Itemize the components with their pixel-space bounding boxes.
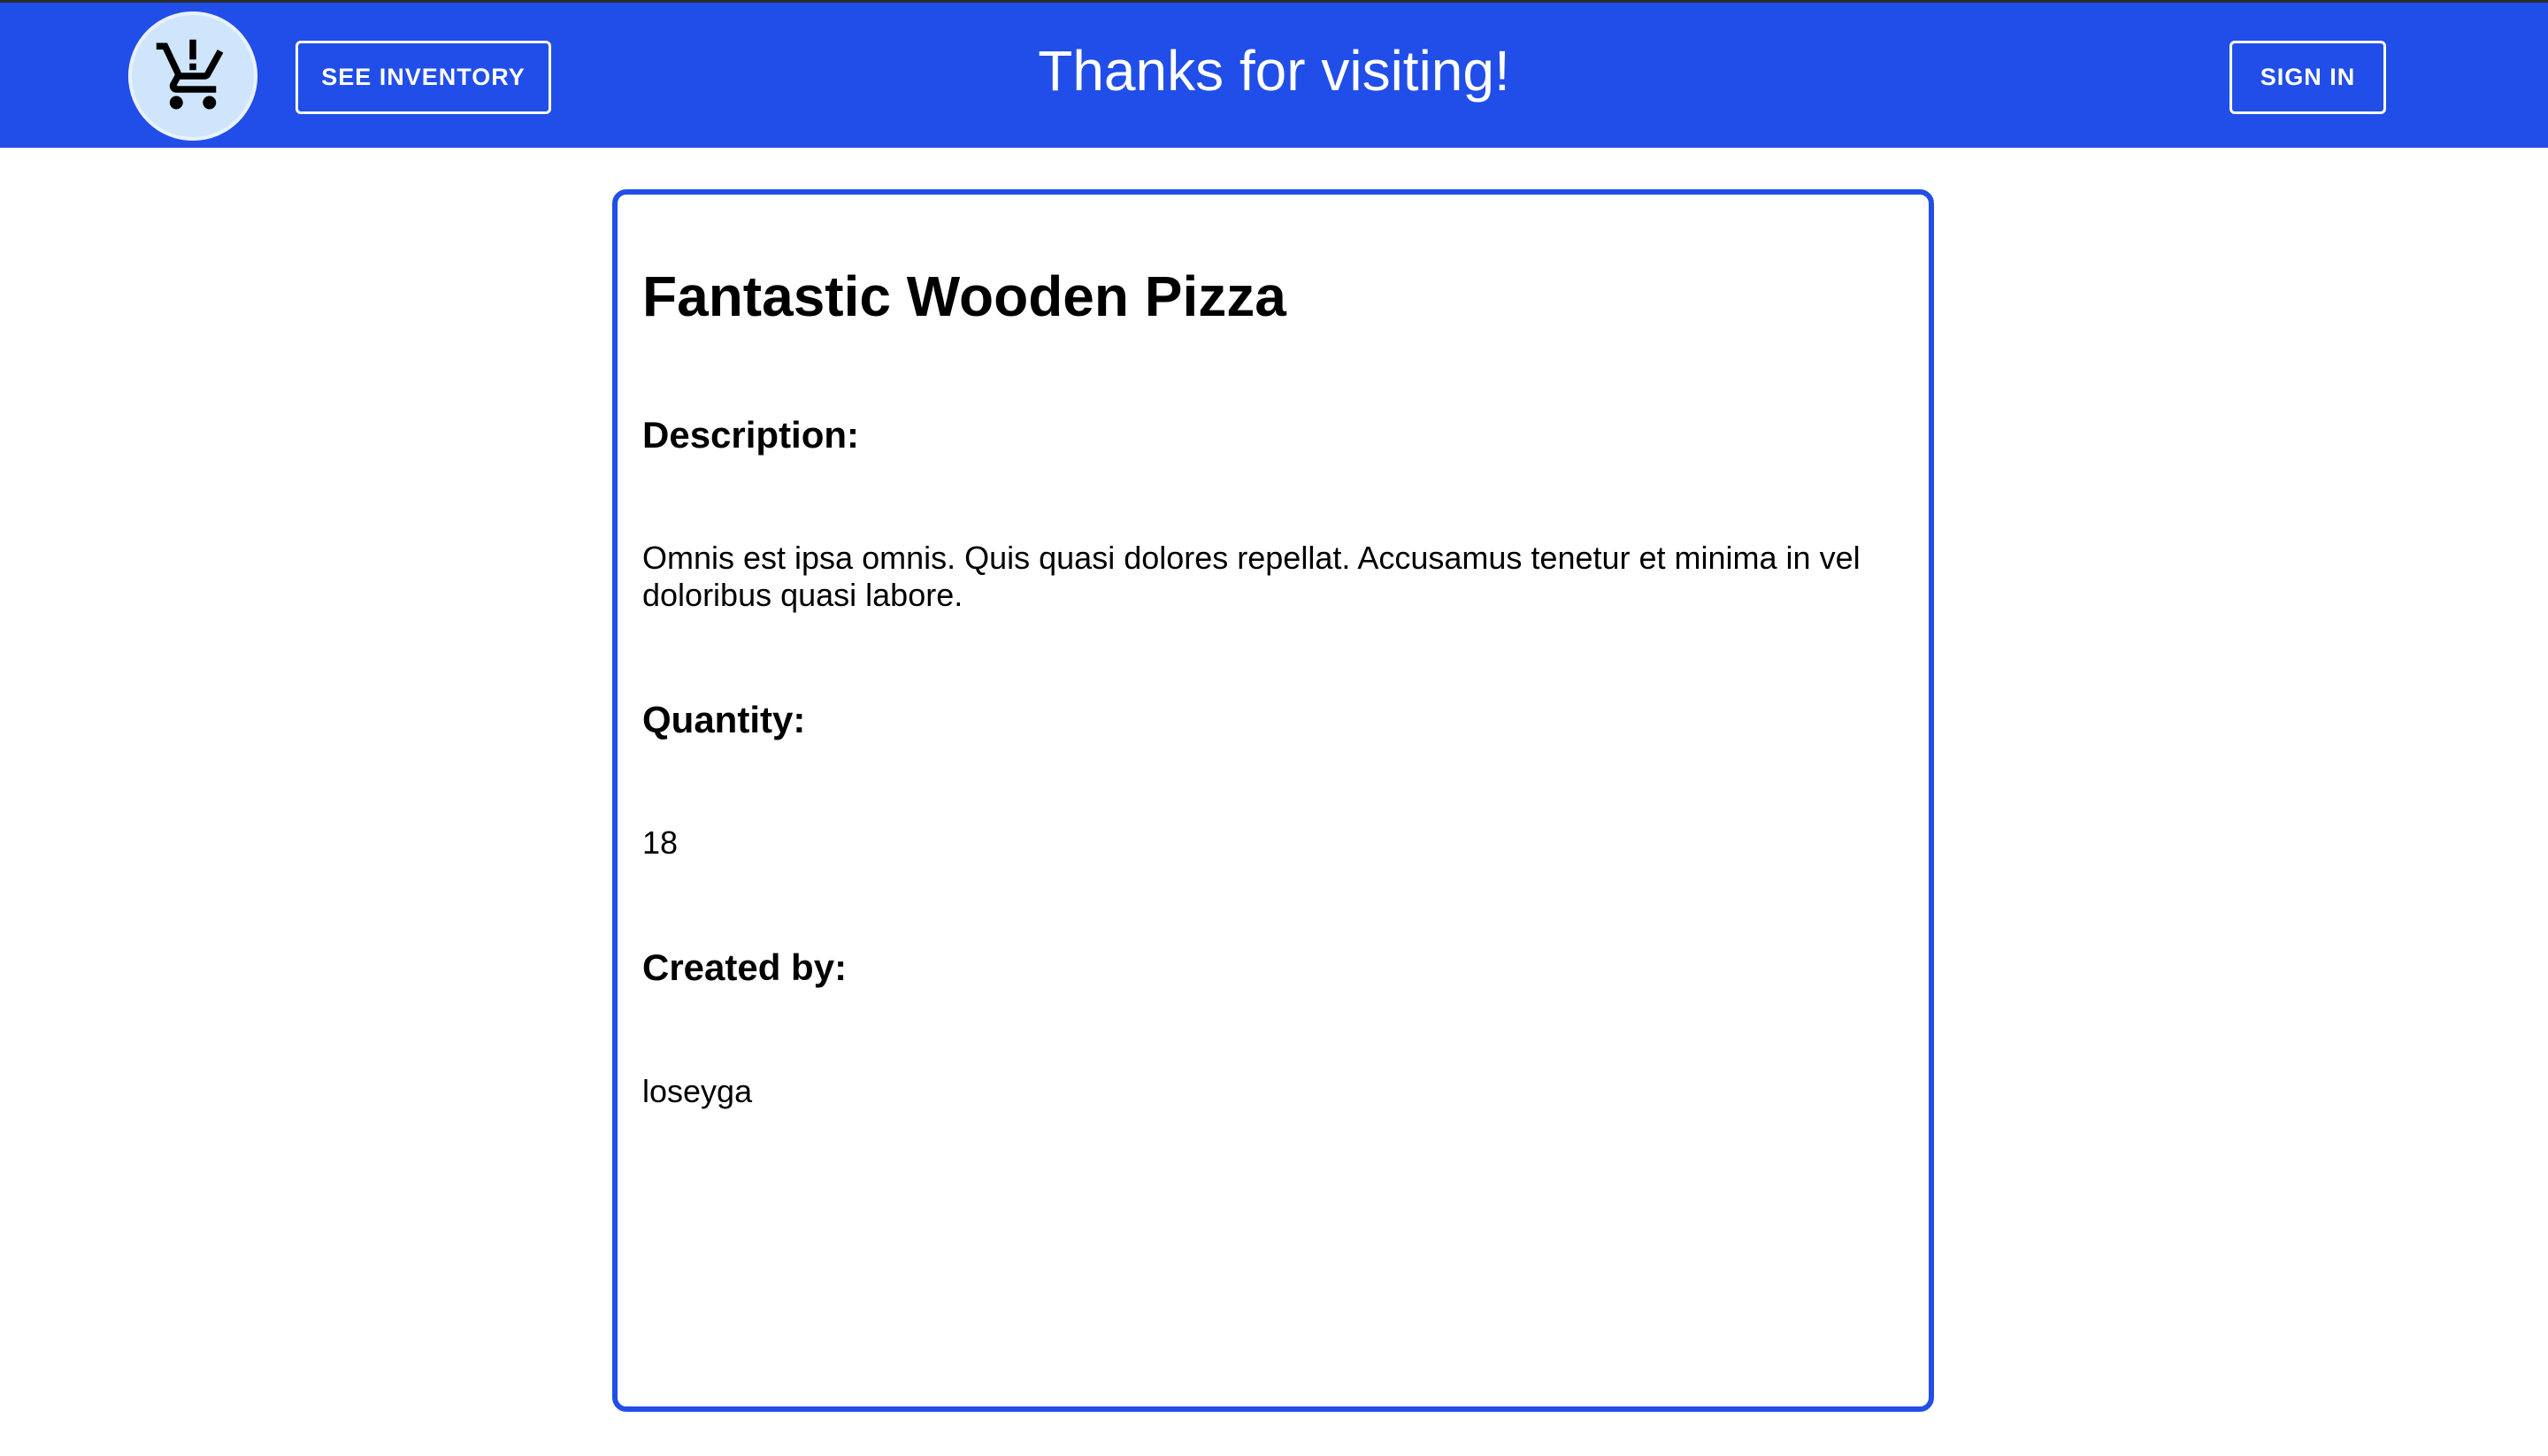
- app-header: SEE INVENTORY Thanks for visiting! SIGN …: [0, 3, 2548, 148]
- description-label: Description:: [642, 414, 860, 456]
- created-by-label: Created by:: [642, 946, 848, 988]
- quantity-label: Quantity:: [642, 699, 806, 740]
- sign-in-button[interactable]: SIGN IN: [2230, 41, 2386, 114]
- item-detail-card: Fantastic Wooden Pizza Description: Omni…: [612, 189, 1934, 1412]
- created-by-value: loseyga: [642, 1073, 753, 1109]
- item-title: Fantastic Wooden Pizza: [642, 264, 1286, 328]
- description-text: Omnis est ipsa omnis. Quis quasi dolores…: [642, 540, 1861, 613]
- page-title: Thanks for visiting!: [1038, 39, 1510, 103]
- quantity-value: 18: [642, 824, 679, 861]
